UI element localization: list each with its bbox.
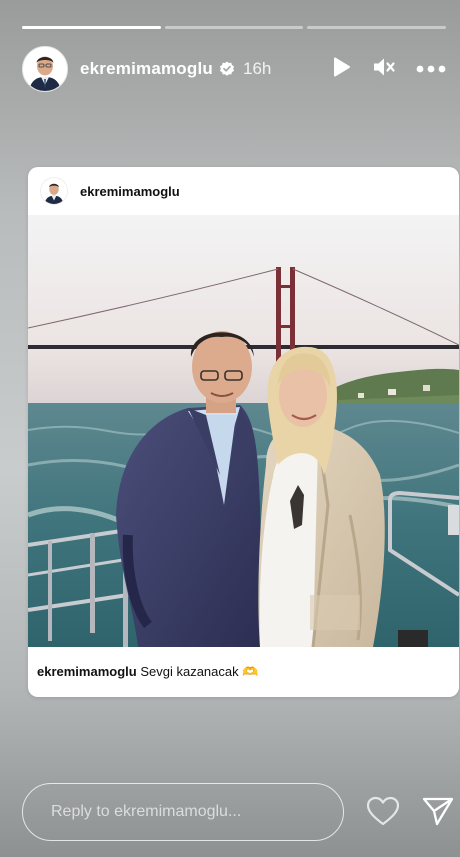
post-photo <box>28 215 459 647</box>
mute-icon[interactable] <box>372 56 396 83</box>
progress-segment <box>164 26 304 29</box>
shared-post-card[interactable]: ekremimamoglu ekremimamoglu Sevgi kazana… <box>28 167 459 697</box>
progress-segment <box>22 26 161 29</box>
story-progress-bar <box>22 26 447 29</box>
post-time: 16h <box>242 59 272 78</box>
post-username[interactable]: ekremimamoglu <box>80 184 180 199</box>
caption-text: Sevgi kazanacak <box>140 664 239 679</box>
caption-username[interactable]: ekremimamoglu <box>37 664 137 679</box>
verified-badge-icon <box>219 61 235 77</box>
heart-hands-emoji: 🫶 <box>242 664 259 679</box>
story-header: ekremimamoglu 16h <box>22 46 446 92</box>
post-header: ekremimamoglu <box>28 167 459 215</box>
post-caption: ekremimamoglu Sevgi kazanacak 🫶 <box>37 664 258 680</box>
send-icon[interactable] <box>421 795 455 832</box>
reply-input[interactable] <box>22 783 344 841</box>
play-icon[interactable] <box>330 56 352 83</box>
heart-icon[interactable] <box>365 795 401 832</box>
avatar[interactable] <box>22 46 68 92</box>
progress-segment <box>307 26 447 29</box>
story-username[interactable]: ekremimamoglu <box>80 59 213 79</box>
post-avatar[interactable] <box>40 177 68 205</box>
more-icon[interactable] <box>416 60 446 78</box>
